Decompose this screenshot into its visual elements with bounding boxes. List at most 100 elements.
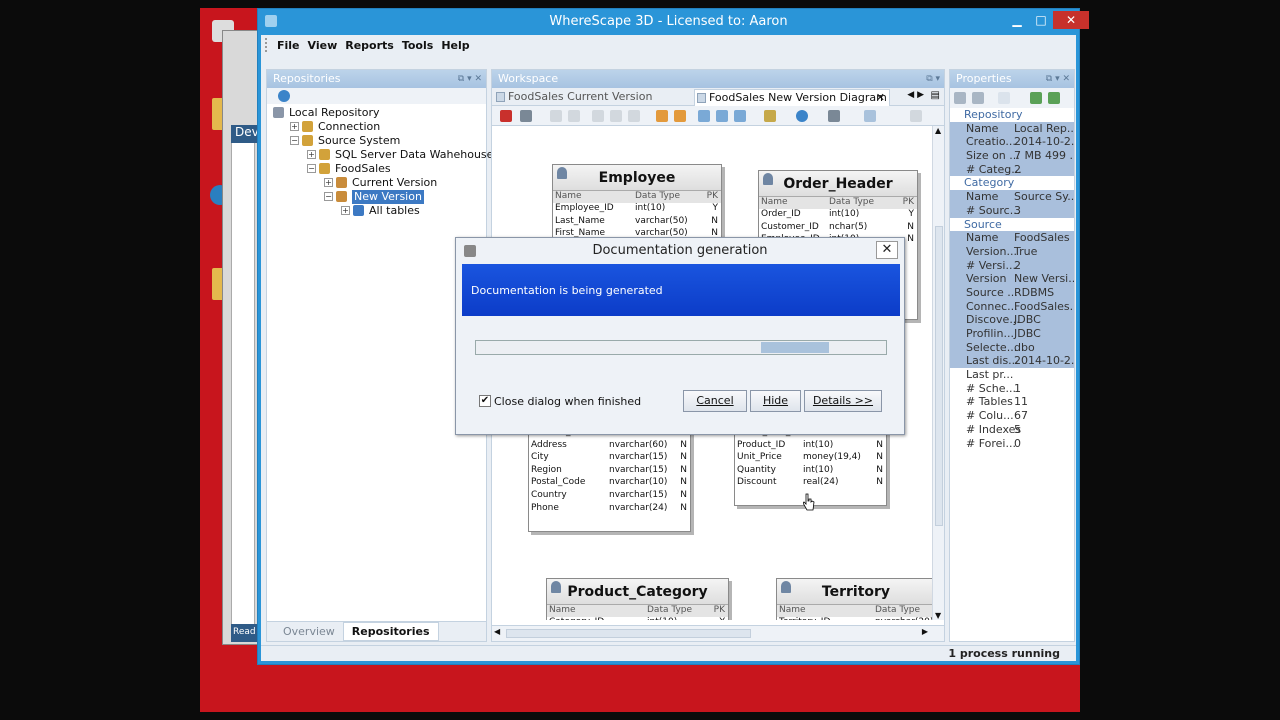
property-row[interactable]: Source ... RDBMS bbox=[950, 285, 1074, 300]
property-row[interactable]: Connec... FoodSales... bbox=[950, 299, 1074, 314]
grid-icon[interactable] bbox=[864, 110, 876, 122]
tab-new-version-diagram[interactable]: FoodSales New Version Diagram ✕ bbox=[694, 89, 890, 106]
vertical-scrollbar[interactable]: ▲ ▼ bbox=[932, 126, 944, 620]
property-row[interactable]: Discove... JDBC bbox=[950, 313, 1074, 327]
settings-icon[interactable] bbox=[910, 110, 922, 122]
expand-icon[interactable]: + bbox=[341, 206, 350, 215]
categorized-view-icon[interactable] bbox=[954, 92, 966, 104]
tab-list-icon[interactable]: ▤ bbox=[931, 90, 940, 101]
property-row[interactable]: Profilin... JDBC bbox=[950, 327, 1074, 341]
refresh-diagram-icon[interactable] bbox=[796, 110, 808, 122]
table-row[interactable]: Territory_ID nvarchar(20) bbox=[777, 617, 932, 620]
menu-help[interactable]: Help bbox=[441, 39, 469, 52]
expand-icon[interactable]: + bbox=[307, 150, 316, 159]
collapse-icon[interactable]: − bbox=[307, 164, 316, 173]
tab-repositories[interactable]: Repositories bbox=[342, 622, 439, 641]
hand-icon[interactable] bbox=[674, 110, 686, 122]
entity-product-category[interactable]: Product_Category Name Data Type PK Categ… bbox=[546, 578, 729, 620]
table-row[interactable]: Order_ID int(10) Y bbox=[759, 209, 917, 222]
menu-view[interactable]: View bbox=[308, 39, 338, 52]
export-pdf-icon[interactable] bbox=[500, 110, 512, 122]
table-row[interactable]: Postal_Code nvarchar(10) N bbox=[529, 477, 690, 490]
close-tab-icon[interactable]: ✕ bbox=[876, 90, 885, 106]
property-row[interactable]: # Forei... 0 bbox=[950, 437, 1074, 451]
menu-tools[interactable]: Tools bbox=[402, 39, 433, 52]
property-row[interactable]: Version New Versi... bbox=[950, 272, 1074, 286]
table-row[interactable]: Unit_Price money(19,4) N bbox=[735, 452, 886, 465]
refresh-icon[interactable] bbox=[278, 90, 290, 102]
tree-item[interactable]: − New Version bbox=[267, 190, 486, 204]
dialog-title-bar[interactable]: Documentation generation ✕ bbox=[456, 238, 904, 264]
minimize-button[interactable]: ▁ bbox=[1006, 11, 1028, 29]
property-section[interactable]: Repository bbox=[950, 108, 1074, 122]
property-row[interactable]: Name FoodSales bbox=[950, 231, 1074, 245]
tree-item[interactable]: + All tables bbox=[267, 204, 486, 218]
print-icon[interactable] bbox=[520, 110, 532, 122]
entity-customer[interactable]: Contact_Titlenvarchar(30)NAddressnvarcha… bbox=[528, 426, 691, 532]
scroll-right-arrow[interactable]: ▶ bbox=[922, 627, 928, 636]
panel-controls[interactable]: ⧉ ▾ ✕ bbox=[458, 70, 482, 88]
tab-scroll-arrows[interactable]: ◀ ▶ bbox=[907, 90, 924, 100]
property-row[interactable]: # Sourc... 3 bbox=[950, 203, 1074, 218]
property-row[interactable]: # Colu... 67 bbox=[950, 409, 1074, 423]
property-section[interactable]: Category bbox=[950, 176, 1074, 190]
table-row[interactable]: Last_Name varchar(50) N bbox=[553, 216, 721, 229]
edit-property-icon[interactable] bbox=[1048, 92, 1060, 104]
property-row[interactable]: Last pr... bbox=[950, 368, 1074, 382]
property-row[interactable]: Name Local Rep... bbox=[950, 121, 1074, 136]
table-row[interactable]: Region nvarchar(15) N bbox=[529, 465, 690, 478]
table-row[interactable]: Customer_ID nchar(5) N bbox=[759, 222, 917, 235]
property-row[interactable]: Last dis...2014-10-2... bbox=[950, 354, 1074, 369]
panel-controls[interactable]: ⧉ ▾ ✕ bbox=[1046, 70, 1070, 88]
table-row[interactable]: Product_ID int(10) N bbox=[735, 440, 886, 453]
tree-item[interactable]: Local Repository bbox=[267, 106, 486, 120]
paste-icon[interactable] bbox=[628, 110, 640, 122]
scrollbar-thumb[interactable] bbox=[935, 226, 943, 526]
scroll-up-arrow[interactable]: ▲ bbox=[935, 126, 941, 135]
menu-reports[interactable]: Reports bbox=[345, 39, 394, 52]
tab-current-version-diagram[interactable]: FoodSales Current Version Diagram bbox=[494, 89, 690, 119]
property-row[interactable]: Selecte... dbo bbox=[950, 340, 1074, 355]
background-window[interactable]: Dev Read bbox=[222, 30, 263, 645]
copy-icon[interactable] bbox=[610, 110, 622, 122]
property-row[interactable]: # Indexes 5 bbox=[950, 423, 1074, 437]
property-row[interactable]: # Categ... 2 bbox=[950, 162, 1074, 177]
table-row[interactable]: City nvarchar(15) N bbox=[529, 452, 690, 465]
expand-icon[interactable]: + bbox=[324, 178, 333, 187]
tree-item[interactable]: − Source System bbox=[267, 134, 486, 148]
entity-territory[interactable]: Territory Name Data Type Territory_ID nva… bbox=[776, 578, 932, 620]
title-bar[interactable]: WhereScape 3D - Licensed to: Aaron ▁ □ ✕ bbox=[258, 9, 1089, 35]
table-row[interactable]: Phone nvarchar(24) N bbox=[529, 503, 690, 516]
close-when-finished-label[interactable]: Close dialog when finished bbox=[494, 395, 641, 408]
property-row[interactable]: Name Source Sy... bbox=[950, 190, 1074, 204]
horizontal-scrollbar[interactable]: ◀ ▶ bbox=[492, 625, 944, 641]
zoom-fit-icon[interactable] bbox=[734, 110, 746, 122]
pan-tool-icon[interactable] bbox=[656, 110, 668, 122]
scroll-left-arrow[interactable]: ◀ bbox=[494, 627, 500, 636]
add-property-icon[interactable] bbox=[1030, 92, 1042, 104]
scrollbar-thumb[interactable] bbox=[506, 629, 751, 638]
collapse-icon[interactable]: − bbox=[290, 136, 299, 145]
details-button[interactable]: Details >> bbox=[804, 390, 882, 412]
redo-icon[interactable] bbox=[568, 110, 580, 122]
property-section[interactable]: Source bbox=[950, 218, 1074, 232]
scroll-down-arrow[interactable]: ▼ bbox=[935, 611, 941, 620]
table-row[interactable]: Discount real(24) N bbox=[735, 477, 886, 490]
maximize-button[interactable]: □ bbox=[1030, 11, 1052, 29]
menu-file[interactable]: File bbox=[277, 39, 300, 52]
cut-icon[interactable] bbox=[592, 110, 604, 122]
close-button[interactable]: ✕ bbox=[1053, 11, 1089, 29]
draw-line-icon[interactable] bbox=[764, 110, 776, 122]
expand-icon[interactable]: + bbox=[290, 122, 299, 131]
hide-button[interactable]: Hide bbox=[750, 390, 801, 412]
table-row[interactable]: Country nvarchar(15) N bbox=[529, 490, 690, 503]
panel-controls[interactable]: ⧉ ▾ bbox=[926, 70, 940, 88]
property-row[interactable]: Creatio...2014-10-2... bbox=[950, 135, 1074, 150]
collapse-icon[interactable]: − bbox=[324, 192, 333, 201]
tree-item[interactable]: − FoodSales bbox=[267, 162, 486, 176]
tree-item[interactable]: + Connection bbox=[267, 120, 486, 134]
property-row[interactable]: Version... True bbox=[950, 244, 1074, 259]
tree-view-icon[interactable] bbox=[972, 92, 984, 104]
table-row[interactable]: Employee_ID int(10) Y bbox=[553, 203, 721, 216]
dialog-close-button[interactable]: ✕ bbox=[876, 241, 898, 259]
